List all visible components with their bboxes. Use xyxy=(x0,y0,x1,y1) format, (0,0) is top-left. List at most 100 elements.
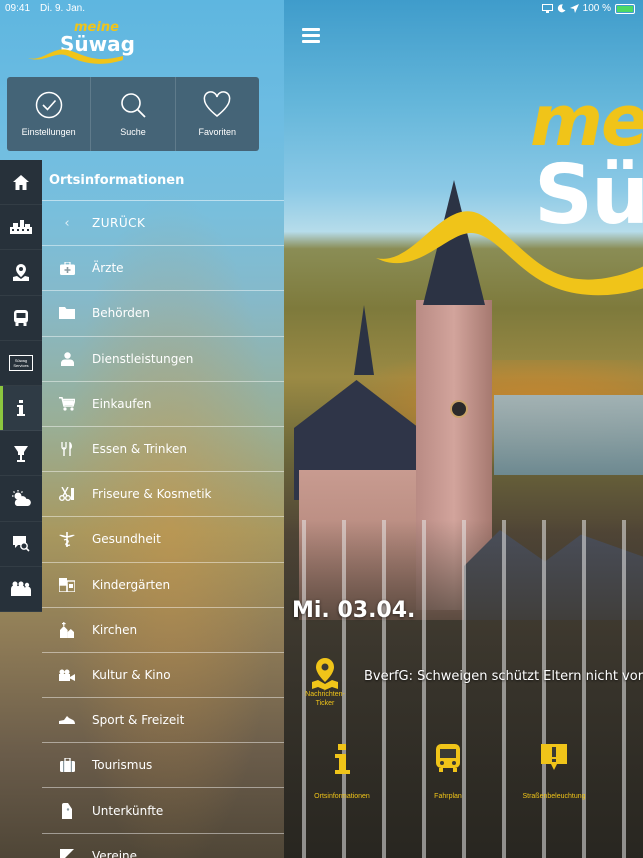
menu-item-label: Einkaufen xyxy=(92,396,152,411)
person-icon xyxy=(42,351,92,366)
suitcase-icon xyxy=(42,758,92,773)
menu-item-label: Tourismus xyxy=(92,758,153,773)
battery-icon xyxy=(615,3,635,14)
dock-strassenbeleuchtung[interactable]: Straßenbeleuchtung xyxy=(509,742,599,800)
app-logo[interactable]: meine Süwag xyxy=(28,20,135,65)
rail-city[interactable] xyxy=(0,205,42,251)
status-bar: 09:41 Di. 9. Jan. 100 % xyxy=(0,0,643,18)
rail-health[interactable] xyxy=(0,431,42,477)
weather-icon xyxy=(12,490,31,507)
quick-actions: Einstellungen Suche Favoriten xyxy=(7,77,259,151)
menu-item-essen-trinken[interactable]: Essen & Trinken xyxy=(42,427,284,473)
category-menu: ‹ ZURÜCK Ärzte Behörden Dienstleistungen… xyxy=(42,201,284,858)
rail-weather[interactable] xyxy=(0,476,42,522)
rail-bus[interactable] xyxy=(0,296,42,341)
category-rail: Süwag Services xyxy=(0,160,42,612)
rail-home[interactable] xyxy=(0,160,42,206)
menu-item-label: Kultur & Kino xyxy=(92,667,171,682)
favorites-label: Favoriten xyxy=(198,127,237,137)
side-panel: meine Süwag Einstellungen Suche Favorite… xyxy=(0,0,284,858)
info-icon xyxy=(335,744,350,774)
current-date: Mi. 03.04. xyxy=(292,598,416,623)
menu-item-label: Unterkünfte xyxy=(92,803,164,818)
menu-item-kultur-kino[interactable]: Kultur & Kino xyxy=(42,653,284,699)
scissors-icon xyxy=(42,487,92,502)
menu-item-label: Kindergärten xyxy=(92,577,171,592)
section-title: Ortsinformationen xyxy=(49,173,185,188)
shoe-icon xyxy=(42,716,92,725)
moon-icon xyxy=(557,4,566,13)
location-icon xyxy=(569,4,579,13)
menu-item-kindergaerten[interactable]: Kindergärten xyxy=(42,563,284,608)
hero-background: mei Sü xyxy=(284,0,643,858)
menu-item-label: Dienstleistungen xyxy=(92,351,194,366)
search-button[interactable]: Suche xyxy=(91,77,176,151)
status-date: Di. 9. Jan. xyxy=(40,3,86,14)
heart-icon xyxy=(203,91,231,117)
favorites-button[interactable]: Favoriten xyxy=(176,77,259,151)
river xyxy=(494,395,643,475)
map-pin-icon[interactable] xyxy=(310,656,340,690)
info-icon xyxy=(17,400,25,417)
search-label: Suche xyxy=(120,127,146,137)
rail-chat-search[interactable] xyxy=(0,522,42,567)
settings-label: Einstellungen xyxy=(21,127,76,137)
news-ticker-label[interactable]: Nachrichten-Ticker xyxy=(298,690,352,708)
news-ticker-text[interactable]: BverfG: Schweigen schützt Eltern nicht v… xyxy=(364,669,643,684)
menu-item-label: Gesundheit xyxy=(92,532,161,547)
map-pin-icon xyxy=(13,263,29,281)
dock-label: Ortsinformationen xyxy=(314,793,370,800)
dock-label: Straßenbeleuchtung xyxy=(522,793,586,800)
rail-suewag-services[interactable]: Süwag Services xyxy=(0,341,42,386)
menu-item-kirchen[interactable]: Kirchen xyxy=(42,608,284,653)
logo-swoosh xyxy=(376,211,643,296)
bus-icon xyxy=(14,309,28,326)
caduceus-icon xyxy=(42,531,92,547)
rail-people[interactable] xyxy=(0,567,42,612)
dock-ortsinformationen[interactable]: Ortsinformationen xyxy=(297,742,387,800)
settings-button[interactable]: Einstellungen xyxy=(7,77,92,151)
cutlery-icon xyxy=(42,442,92,457)
flag-icon xyxy=(42,848,92,858)
folder-icon xyxy=(42,307,92,320)
city-icon xyxy=(10,220,32,235)
menu-item-behoerden[interactable]: Behörden xyxy=(42,291,284,337)
chevron-left-icon: ‹ xyxy=(64,215,70,231)
menu-item-gesundheit[interactable]: Gesundheit xyxy=(42,517,284,563)
menu-item-label: ZURÜCK xyxy=(92,216,146,231)
menu-item-label: Ärzte xyxy=(92,261,124,276)
search-icon xyxy=(121,93,146,118)
menu-item-unterkuenfte[interactable]: Unterkünfte xyxy=(42,788,284,834)
suewag-services-label: Süwag Services xyxy=(13,357,29,368)
rail-map[interactable] xyxy=(0,250,42,296)
menu-item-back[interactable]: ‹ ZURÜCK xyxy=(42,201,284,247)
dock-fahrplan[interactable]: Fahrplan xyxy=(403,742,493,800)
clock-icon xyxy=(450,400,468,418)
menu-item-sport-freizeit[interactable]: Sport & Freizeit xyxy=(42,698,284,744)
menu-item-einkaufen[interactable]: Einkaufen xyxy=(42,382,284,427)
battery-percent: 100 % xyxy=(582,3,611,14)
menu-item-label: Sport & Freizeit xyxy=(92,713,185,728)
status-indicators: 100 % xyxy=(541,3,635,14)
menu-item-label: Friseure & Kosmetik xyxy=(92,487,212,502)
chat-search-icon xyxy=(12,535,30,552)
rail-info[interactable] xyxy=(0,385,42,432)
health-icon xyxy=(14,445,28,462)
blocks-icon xyxy=(42,577,92,592)
dock-label: Fahrplan xyxy=(434,793,462,800)
menu-item-label: Vereine xyxy=(92,848,138,858)
church-icon xyxy=(42,621,92,638)
screen-mirroring-icon xyxy=(541,4,553,13)
menu-toggle-button[interactable] xyxy=(302,28,320,44)
status-time: 09:41 xyxy=(5,3,31,14)
menu-item-vereine[interactable]: Vereine xyxy=(42,834,284,858)
suewag-services-icon: Süwag Services xyxy=(9,354,33,371)
menu-item-aerzte[interactable]: Ärzte xyxy=(42,246,284,292)
menu-item-label: Essen & Trinken xyxy=(92,442,188,457)
menu-item-tourismus[interactable]: Tourismus xyxy=(42,743,284,789)
medical-kit-icon xyxy=(42,261,92,275)
menu-item-dienstleistungen[interactable]: Dienstleistungen xyxy=(42,337,284,382)
menu-item-friseure-kosmetik[interactable]: Friseure & Kosmetik xyxy=(42,472,284,518)
people-icon xyxy=(11,581,31,597)
bed-icon xyxy=(42,802,92,819)
